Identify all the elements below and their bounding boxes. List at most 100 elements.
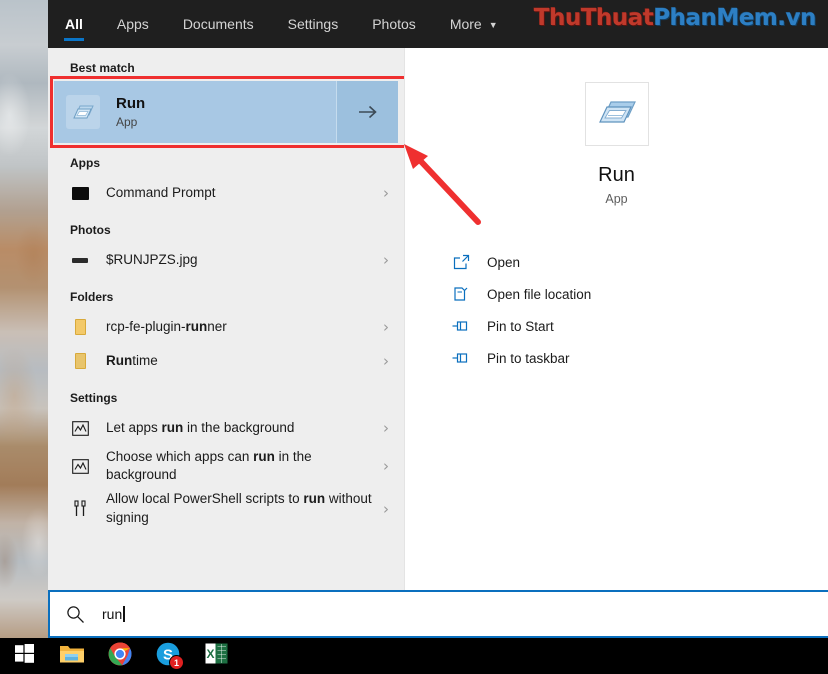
skype-notification-badge: 1 <box>169 655 184 670</box>
excel-button[interactable]: X <box>192 638 240 674</box>
result-item-folder-rcp[interactable]: rcp-fe-plugin-runner › <box>48 310 404 344</box>
text-caret <box>123 606 125 622</box>
watermark-part-3: .vn <box>777 5 816 31</box>
search-box[interactable]: run <box>48 590 828 638</box>
best-match-title: Run <box>116 94 146 112</box>
chevron-right-icon[interactable]: › <box>378 419 394 437</box>
chrome-icon <box>108 641 132 671</box>
tab-apps[interactable]: Apps <box>100 0 166 48</box>
tab-all-label: All <box>65 16 83 32</box>
action-label: Open <box>487 254 521 270</box>
action-label: Open file location <box>487 286 592 302</box>
photo-icon <box>70 250 90 270</box>
result-label: Let apps run in the background <box>106 419 295 435</box>
file-explorer-button[interactable] <box>48 638 96 674</box>
watermark-part-1: ThuThuat <box>533 5 654 31</box>
search-value: run <box>102 606 123 622</box>
chevron-right-icon[interactable]: › <box>378 500 394 518</box>
result-item-command-prompt[interactable]: Command Prompt › <box>48 176 404 210</box>
result-item-setting-choose-apps[interactable]: Choose which apps can run in the backgro… <box>48 445 404 487</box>
svg-text:X: X <box>206 647 214 661</box>
preview-icon-box <box>584 82 649 146</box>
best-match-container: Run App <box>50 76 410 148</box>
search-filter-header: All Apps Documents Settings Photos More … <box>48 0 828 48</box>
open-icon <box>451 252 471 272</box>
chevron-right-icon[interactable]: › <box>378 457 394 475</box>
tab-documents[interactable]: Documents <box>166 0 271 48</box>
folder-icon <box>70 351 90 371</box>
watermark-part-2: PhanMem <box>653 5 778 31</box>
taskbar: S 1 X <box>0 638 828 674</box>
arrow-right-icon <box>358 105 377 119</box>
result-preview-pane: Run App Open Open file location Pin to S… <box>404 48 828 590</box>
action-pin-to-taskbar[interactable]: Pin to taskbar <box>451 342 828 374</box>
tab-all[interactable]: All <box>48 0 100 48</box>
best-match-result-run[interactable]: Run App <box>54 81 398 143</box>
chrome-button[interactable] <box>96 638 144 674</box>
best-match-expand-button[interactable] <box>336 81 398 143</box>
chevron-right-icon[interactable]: › <box>378 318 394 336</box>
result-label: Command Prompt <box>106 184 216 200</box>
best-match-text: Run App <box>116 95 145 130</box>
result-item-photo[interactable]: $RUNJPZS.jpg › <box>48 243 404 277</box>
tab-more[interactable]: More ▼ <box>433 0 515 48</box>
result-item-setting-powershell[interactable]: Allow local PowerShell scripts to run wi… <box>48 487 404 529</box>
action-open-file-location[interactable]: Open file location <box>451 278 828 310</box>
preview-subtitle: App <box>605 192 628 206</box>
file-explorer-icon <box>59 643 85 670</box>
action-label: Pin to taskbar <box>487 350 570 366</box>
section-heading-apps: Apps <box>70 156 100 170</box>
best-match-main[interactable]: Run App <box>54 81 336 143</box>
result-item-folder-runtime[interactable]: Runtime › <box>48 344 404 378</box>
best-match-subtitle: App <box>116 115 138 130</box>
best-match-heading: Best match <box>70 61 135 75</box>
background-apps-icon <box>70 456 90 476</box>
section-heading-folders: Folders <box>70 290 114 304</box>
preview-title: Run <box>598 164 635 186</box>
result-label: Choose which apps can run in the backgro… <box>106 449 312 483</box>
pin-icon <box>451 316 471 336</box>
tab-photos-label: Photos <box>372 16 416 32</box>
tab-apps-label: Apps <box>116 16 149 32</box>
tab-more-label: More <box>449 16 482 32</box>
screen: All Apps Documents Settings Photos More … <box>0 0 828 674</box>
chevron-right-icon[interactable]: › <box>378 184 394 202</box>
background-apps-icon <box>70 418 90 438</box>
result-label: Runtime <box>106 352 158 368</box>
section-heading-settings: Settings <box>70 391 118 405</box>
site-watermark: ThuThuatPhanMem.vn <box>533 5 817 31</box>
powershell-scripts-icon <box>70 499 90 519</box>
action-pin-to-start[interactable]: Pin to Start <box>451 310 828 342</box>
search-results-list: Best match Run App Apps Command Prompt ›… <box>48 48 410 590</box>
chevron-right-icon[interactable]: › <box>378 352 394 370</box>
windows-logo-icon <box>14 644 34 668</box>
tab-settings-label: Settings <box>287 16 339 32</box>
search-icon <box>66 605 88 624</box>
section-heading-photos: Photos <box>70 223 111 237</box>
result-label: Allow local PowerShell scripts to run wi… <box>106 491 372 525</box>
tab-photos[interactable]: Photos <box>355 0 433 48</box>
preview-actions-list: Open Open file location Pin to Start Pin… <box>405 246 828 374</box>
search-input[interactable]: run <box>102 606 125 622</box>
action-label: Pin to Start <box>487 318 554 334</box>
start-search-panel: All Apps Documents Settings Photos More … <box>48 0 828 638</box>
tab-documents-label: Documents <box>182 16 254 32</box>
run-app-icon <box>597 96 637 133</box>
start-button[interactable] <box>0 638 48 674</box>
result-label: rcp-fe-plugin-runner <box>106 318 227 334</box>
open-file-location-icon <box>451 284 471 304</box>
pin-icon <box>451 348 471 368</box>
tab-settings[interactable]: Settings <box>271 0 356 48</box>
result-item-setting-background-apps[interactable]: Let apps run in the background › <box>48 411 404 445</box>
folder-icon <box>70 317 90 337</box>
run-app-icon <box>66 95 100 129</box>
excel-icon: X <box>205 642 228 670</box>
filter-tabs: All Apps Documents Settings Photos More … <box>48 0 515 48</box>
skype-button[interactable]: S 1 <box>144 638 192 674</box>
desktop-wallpaper <box>0 0 48 638</box>
chevron-down-icon: ▼ <box>488 19 498 30</box>
action-open[interactable]: Open <box>451 246 828 278</box>
command-prompt-icon <box>70 183 90 203</box>
chevron-right-icon[interactable]: › <box>378 251 394 269</box>
result-label: $RUNJPZS.jpg <box>106 251 198 267</box>
